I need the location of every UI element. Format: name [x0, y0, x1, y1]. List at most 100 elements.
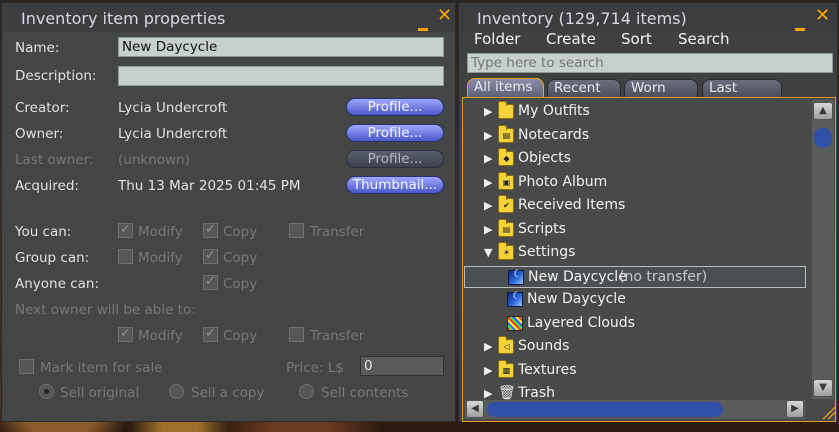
- sell-copy-radio: [169, 384, 184, 399]
- inventory-folder[interactable]: ▶ My Outfits: [464, 101, 806, 123]
- expand-arrow-icon[interactable]: ▶: [484, 340, 492, 353]
- scroll-up-button[interactable]: ▲: [813, 102, 833, 120]
- expand-arrow-icon[interactable]: ▶: [484, 364, 492, 377]
- inventory-folder[interactable]: ▶ ▤ Scripts: [464, 218, 806, 241]
- anyone-copy-label: Copy: [223, 276, 258, 292]
- inventory-folder[interactable]: ▶ ▩ Textures: [464, 359, 806, 382]
- inventory-floater: Inventory (129,714 items) ✕ Folder Creat…: [458, 2, 838, 422]
- folder-type-icon: ▤: [502, 224, 511, 234]
- item-label: My Outfits: [518, 103, 590, 119]
- last-owner-name: (unknown): [118, 152, 190, 168]
- tab-worn[interactable]: Worn: [624, 79, 698, 98]
- name-field[interactable]: [118, 37, 444, 57]
- trash-icon: 🗑: [498, 385, 516, 401]
- close-icon[interactable]: ✕: [815, 7, 830, 25]
- item-label: New Daycycle: [527, 291, 626, 307]
- properties-titlebar[interactable]: Inventory item properties ✕: [2, 3, 455, 32]
- mark-for-sale-checkbox: [19, 359, 34, 374]
- expand-arrow-icon[interactable]: ▶: [484, 199, 492, 212]
- folder-icon: ▤: [498, 218, 514, 237]
- you-copy-label: Copy: [223, 224, 258, 240]
- menu-create[interactable]: Create: [546, 30, 596, 48]
- tab-last-open[interactable]: Last open: [702, 79, 782, 113]
- expand-arrow-icon[interactable]: ▶: [484, 129, 492, 142]
- next-modify-label: Modify: [138, 328, 183, 344]
- minimize-icon[interactable]: [418, 17, 428, 35]
- resize-handle[interactable]: [821, 405, 835, 419]
- creator-profile-button[interactable]: Profile...: [346, 98, 444, 116]
- horizontal-scrollbar[interactable]: ◀ ▶: [465, 400, 805, 419]
- folder-type-icon: ◁: [503, 342, 510, 351]
- vertical-scroll-thumb[interactable]: [814, 128, 832, 148]
- inventory-titlebar[interactable]: Inventory (129,714 items) ✕: [459, 3, 837, 32]
- texture-icon: [507, 315, 523, 331]
- item-label: Settings: [518, 244, 576, 260]
- close-icon[interactable]: ✕: [437, 7, 452, 25]
- item-label: Received Items: [518, 197, 626, 213]
- menu-folder[interactable]: Folder: [474, 30, 520, 48]
- item-label: Objects: [518, 150, 571, 166]
- scroll-right-button[interactable]: ▶: [786, 400, 804, 418]
- collapse-arrow-icon[interactable]: ▼: [484, 246, 492, 259]
- you-modify-checkbox: ✓: [118, 223, 133, 238]
- scroll-left-button[interactable]: ◀: [466, 400, 484, 418]
- acquired-label: Acquired:: [15, 178, 79, 194]
- item-label: New Daycycle: [528, 268, 627, 285]
- inventory-folder[interactable]: ▶ ◆ Objects: [464, 148, 806, 170]
- folder-type-icon: ◆: [503, 154, 510, 163]
- sell-contents-label: Sell contents: [321, 385, 409, 401]
- creator-name: Lycia Undercroft: [118, 100, 228, 116]
- scroll-down-button[interactable]: ▼: [813, 379, 833, 397]
- name-label: Name:: [15, 40, 60, 56]
- sell-original-label: Sell original: [60, 385, 140, 401]
- inventory-item[interactable]: Layered Clouds: [464, 313, 806, 335]
- group-modify-checkbox: [118, 249, 133, 264]
- horizontal-scroll-thumb[interactable]: [487, 402, 723, 417]
- expand-arrow-icon[interactable]: ▶: [484, 152, 492, 165]
- tab-all-items[interactable]: All items: [467, 78, 544, 98]
- next-transfer-label: Transfer: [310, 328, 365, 344]
- daycycle-icon: [508, 269, 524, 285]
- properties-title: Inventory item properties: [21, 9, 226, 28]
- menu-search[interactable]: Search: [678, 30, 730, 48]
- menu-sort[interactable]: Sort: [621, 30, 652, 48]
- you-can-label: You can:: [15, 224, 72, 240]
- item-permission-suffix: (no transfer): [619, 268, 708, 285]
- expand-arrow-icon[interactable]: ▶: [484, 387, 492, 400]
- group-modify-label: Modify: [138, 250, 183, 266]
- inventory-menubar: Folder Create Sort Search: [459, 30, 837, 52]
- inventory-folder[interactable]: ▶ ▤ Notecards: [464, 124, 806, 147]
- you-transfer-label: Transfer: [310, 224, 365, 240]
- folder-type-icon: ▤: [502, 130, 511, 140]
- inventory-folder[interactable]: ▶ ✔ Received Items: [464, 195, 806, 217]
- inventory-search-input[interactable]: [467, 53, 833, 73]
- inventory-item[interactable]: New Daycycle(no transfer): [464, 265, 806, 288]
- description-field[interactable]: [118, 66, 444, 86]
- inventory-folder[interactable]: ▶ ◁ Sounds: [464, 336, 806, 358]
- you-transfer-checkbox: [289, 223, 304, 238]
- item-properties-floater: Inventory item properties ✕ Name: Descri…: [1, 2, 456, 422]
- inventory-folder[interactable]: ▶ ▣ Photo Album: [464, 171, 806, 194]
- item-label: Sounds: [518, 338, 570, 354]
- next-transfer-checkbox: [289, 327, 304, 342]
- you-copy-checkbox: ✓: [203, 223, 218, 238]
- owner-profile-button[interactable]: Profile...: [346, 124, 444, 142]
- description-label: Description:: [15, 68, 97, 84]
- next-copy-label: Copy: [223, 328, 258, 344]
- inventory-folder[interactable]: ▼ ☀ Settings: [464, 242, 806, 264]
- folder-icon: ▩: [498, 359, 514, 378]
- expand-arrow-icon[interactable]: ▶: [484, 176, 492, 189]
- item-label: Textures: [518, 361, 577, 378]
- folder-icon: ◆: [498, 148, 514, 166]
- expand-arrow-icon[interactable]: ▶: [484, 223, 492, 236]
- daycycle-icon: [507, 291, 523, 307]
- last-owner-label: Last owner:: [15, 152, 94, 168]
- thumbnail-button[interactable]: Thumbnail...: [346, 176, 444, 194]
- expand-arrow-icon[interactable]: ▶: [484, 105, 492, 118]
- mark-for-sale-label: Mark item for sale: [40, 360, 163, 376]
- inventory-item[interactable]: New Daycycle: [464, 289, 806, 311]
- vertical-scrollbar[interactable]: ▲ ▼: [812, 100, 834, 399]
- folder-icon: ▤: [498, 124, 514, 143]
- tab-recent[interactable]: Recent: [547, 79, 621, 98]
- price-label: Price: L$: [286, 360, 344, 376]
